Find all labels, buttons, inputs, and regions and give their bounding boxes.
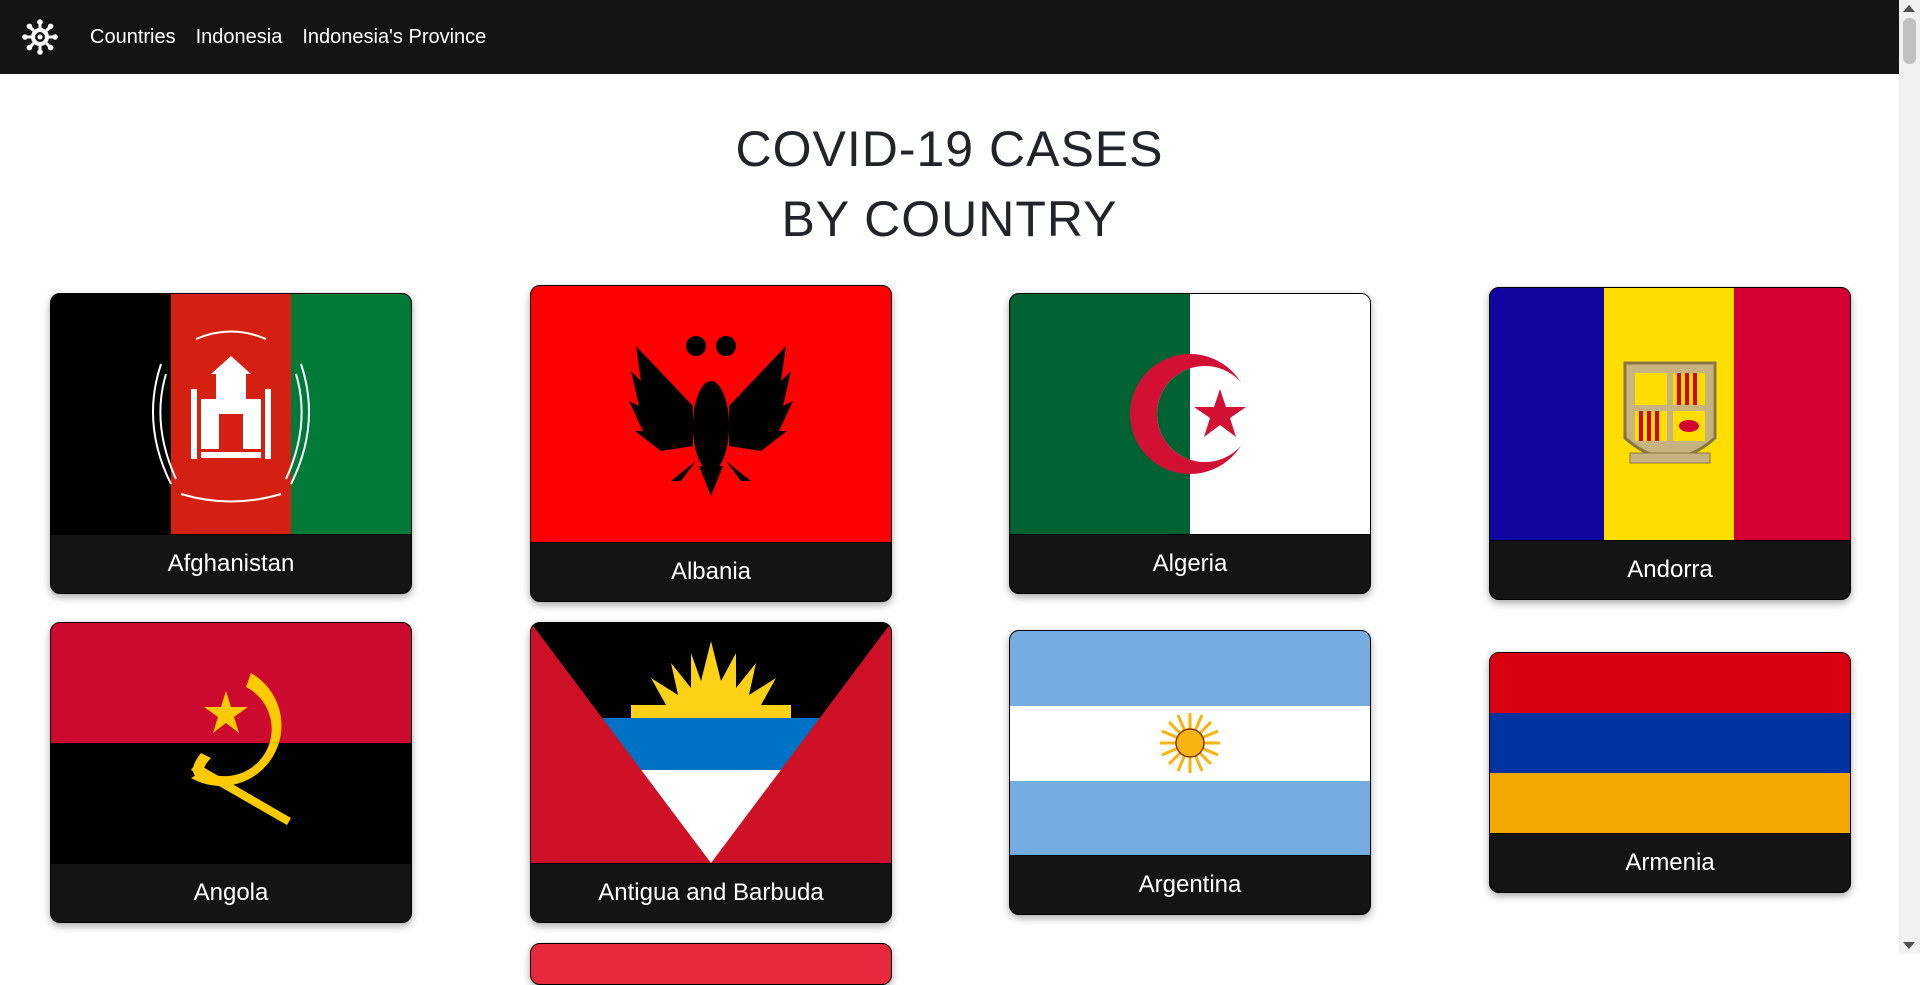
- page-title-line-1: COVID-19 CASES: [735, 121, 1164, 177]
- country-name: Angola: [51, 863, 411, 922]
- page-title-line-2: BY COUNTRY: [781, 191, 1118, 247]
- algeria-flag-icon: [1010, 294, 1370, 534]
- scroll-up-arrow-icon[interactable]: [1903, 5, 1915, 12]
- nav-link-indonesia-province[interactable]: Indonesia's Province: [302, 26, 486, 49]
- scroll-thumb[interactable]: [1903, 18, 1916, 64]
- virus-logo-icon[interactable]: [20, 17, 60, 57]
- afghanistan-flag-icon: [51, 294, 411, 534]
- country-name: Andorra: [1490, 540, 1850, 599]
- antigua-and-barbuda-flag-icon: [531, 623, 891, 863]
- vertical-scrollbar[interactable]: [1899, 0, 1920, 954]
- scroll-down-arrow-icon[interactable]: [1903, 942, 1915, 949]
- country-card-albania[interactable]: Albania: [530, 285, 892, 602]
- country-card-argentina[interactable]: Argentina: [1009, 630, 1371, 915]
- armenia-flag-icon: [1490, 653, 1850, 833]
- country-card-angola[interactable]: Angola: [50, 622, 412, 923]
- country-card-afghanistan[interactable]: Afghanistan: [50, 293, 412, 594]
- country-name: Armenia: [1490, 833, 1850, 892]
- country-name: Argentina: [1010, 855, 1370, 914]
- country-card-partial[interactable]: [530, 943, 892, 985]
- country-card-antigua-and-barbuda[interactable]: Antigua and Barbuda: [530, 622, 892, 923]
- country-name: Antigua and Barbuda: [531, 863, 891, 922]
- angola-flag-icon: [51, 623, 411, 863]
- country-card-algeria[interactable]: Algeria: [1009, 293, 1371, 594]
- nav-link-indonesia[interactable]: Indonesia: [196, 26, 283, 49]
- country-name: Albania: [531, 542, 891, 601]
- albania-flag-icon: [531, 286, 891, 542]
- country-name: Algeria: [1010, 534, 1370, 593]
- country-card-armenia[interactable]: Armenia: [1489, 652, 1851, 893]
- country-card-andorra[interactable]: Andorra: [1489, 287, 1851, 600]
- argentina-flag-icon: [1010, 631, 1370, 855]
- nav-link-countries[interactable]: Countries: [90, 26, 176, 49]
- country-name: Afghanistan: [51, 534, 411, 593]
- andorra-flag-icon: [1490, 288, 1850, 540]
- top-navbar: Countries Indonesia Indonesia's Province: [0, 0, 1899, 74]
